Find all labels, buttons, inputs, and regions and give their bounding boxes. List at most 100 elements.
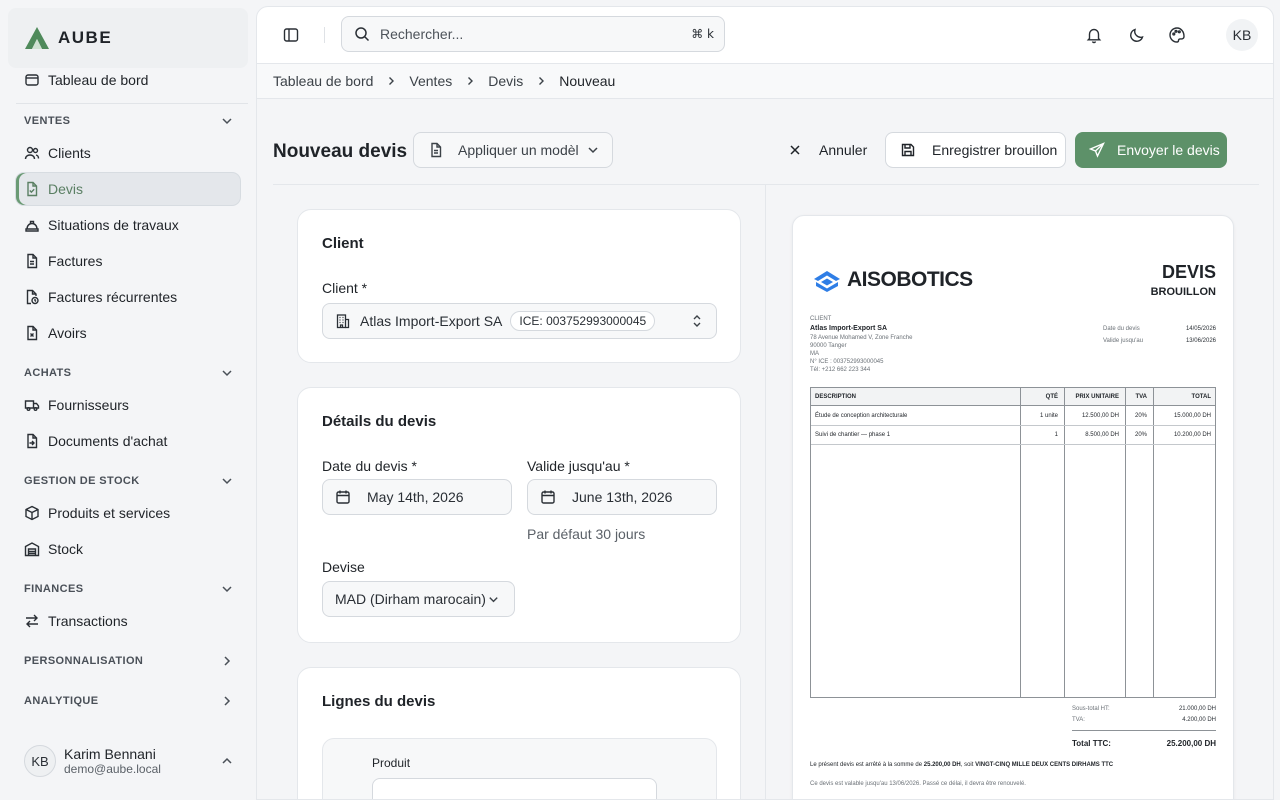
preview-address-line: Tél: +212 662 223 344 [810,367,871,373]
main-panel: Rechercher... ⌘ k KB Tableau de bord Ven… [256,6,1274,800]
cancel-button[interactable]: Annuler [787,132,887,168]
row-divider [811,444,1215,445]
sidebar-item-documents-achat[interactable]: Documents d'achat [16,425,240,457]
breadcrumb: Tableau de bord Ventes Devis Nouveau [257,63,1273,99]
cancel-label: Annuler [819,142,868,158]
sidebar-item-label: Tableau de bord [48,72,149,88]
sidebar-item-clients[interactable]: Clients [16,137,240,169]
bell-icon[interactable] [1085,26,1103,44]
chevrons-up-down-icon [693,315,701,327]
save-draft-label: Enregistrer brouillon [932,142,1058,158]
apply-template-button[interactable]: Appliquer un modèl [413,132,613,168]
user-avatar[interactable]: KB [1226,19,1258,51]
chevron-down-icon [489,597,498,603]
palette-icon[interactable] [1168,26,1186,44]
hard-hat-icon [25,220,39,232]
meta-value: 14/05/2026 [1185,326,1216,332]
sidebar-toggle-icon[interactable] [283,27,299,43]
file-clock-icon [26,289,39,305]
valid-until-picker[interactable]: June 13th, 2026 [527,479,717,515]
sidebar-item-devis[interactable]: Devis [16,173,240,205]
preview-address-line: MA [810,351,819,357]
sidebar-item-avoirs[interactable]: Avoirs [16,317,240,349]
user-menu[interactable]: KB Karim Bennani demo@aube.local [24,743,234,779]
section-analytique[interactable]: ANALYTIQUE [24,693,234,709]
package-icon [25,505,39,521]
sidebar-item-fournisseurs[interactable]: Fournisseurs [16,389,240,421]
column-header: QTÉ [1045,394,1058,400]
section-ventes[interactable]: VENTES [24,113,234,129]
preview-address-line: 90000 Tanger [810,343,847,349]
save-icon [901,143,915,157]
row-divider [811,425,1215,426]
sidebar-item-factures[interactable]: Factures [16,245,240,277]
chevron-right-icon [224,656,231,666]
chevron-right-icon [224,696,231,706]
sidebar-item-factures-recurrentes[interactable]: Factures récurrentes [16,281,240,313]
breadcrumb-current: Nouveau [559,73,616,89]
section-title: FINANCES [24,583,84,595]
column-header: TVA [1135,394,1147,400]
send-icon [1089,142,1105,158]
quote-date-value: May 14th, 2026 [367,489,464,505]
card-title: Détails du devis [322,413,437,430]
tva-value: 4.200,00 DH [1182,717,1216,723]
search-placeholder: Rechercher... [380,26,464,42]
sidebar-item-transactions[interactable]: Transactions [16,605,240,637]
warehouse-icon [24,542,40,557]
validity-note: Ce devis est valable jusqu'au 13/06/2026… [810,781,1026,787]
file-x-icon [27,325,38,341]
card-title: Lignes du devis [322,693,436,710]
aube-logo-icon [25,27,49,49]
table-cell: Étude de conception architecturale [815,413,908,419]
sidebar-item-label: Situations de travaux [48,217,179,233]
truck-icon [24,400,40,411]
section-gestion-de-stock[interactable]: GESTION DE STOCK [24,473,234,489]
meta-label: Date du devis [1103,326,1140,332]
chevron-down-icon [222,586,232,593]
chevron-up-icon [222,757,232,764]
moon-icon[interactable] [1128,26,1146,44]
section-personnalisation[interactable]: PERSONNALISATION [24,653,234,669]
topbar-divider [324,27,325,43]
file-text-icon [431,142,442,158]
section-finances[interactable]: FINANCES [24,581,234,597]
amount-sentence-part: , soit [960,762,976,768]
quote-details-card: Détails du devis Date du devis * May 14t… [297,387,741,643]
search-input[interactable]: Rechercher... ⌘ k [341,16,725,52]
column-divider [1125,388,1126,697]
sidebar-item-label: Fournisseurs [48,397,129,413]
brand-logo[interactable]: AUBE [8,8,248,68]
sidebar-item-situations-de-travaux[interactable]: Situations de travaux [16,209,240,241]
pane-divider [765,185,766,799]
quote-line-item: Produit [322,738,717,799]
product-select[interactable] [372,778,657,799]
column-header: PRIX UNITAIRE [1075,394,1119,400]
breadcrumb-item[interactable]: Devis [488,73,523,89]
client-heading: CLIENT [810,316,832,322]
totals-divider [1072,730,1216,731]
client-select[interactable]: Atlas Import-Export SA ICE: 003752993000… [322,303,717,339]
sidebar: AUBE Tableau de bord VENTES Clients Devi… [0,0,256,800]
breadcrumb-item[interactable]: Ventes [409,73,452,89]
sidebar-item-label: Transactions [48,613,128,629]
user-name: Karim Bennani [64,746,156,762]
save-draft-button[interactable]: Enregistrer brouillon [885,132,1066,168]
sidebar-item-label: Factures [48,253,103,269]
table-header [811,388,1215,406]
card-title: Client [322,235,364,252]
topbar: Rechercher... ⌘ k KB [257,7,1273,63]
currency-value: MAD (Dirham marocain) [335,591,486,607]
section-achats[interactable]: ACHATS [24,365,234,381]
sidebar-item-label: Devis [48,181,84,197]
sidebar-item-produits-et-services[interactable]: Produits et services [16,497,240,529]
sidebar-item-tableau-de-bord[interactable]: Tableau de bord [16,64,240,96]
currency-select[interactable]: MAD (Dirham marocain) [322,581,515,617]
chevron-right-icon [539,77,545,85]
sidebar-item-stock[interactable]: Stock [16,533,240,565]
arrows-left-right-icon [26,614,38,628]
quote-date-picker[interactable]: May 14th, 2026 [322,479,512,515]
breadcrumb-item[interactable]: Tableau de bord [273,73,373,89]
section-title: ACHATS [24,367,72,379]
send-quote-button[interactable]: Envoyer le devis [1075,132,1227,168]
